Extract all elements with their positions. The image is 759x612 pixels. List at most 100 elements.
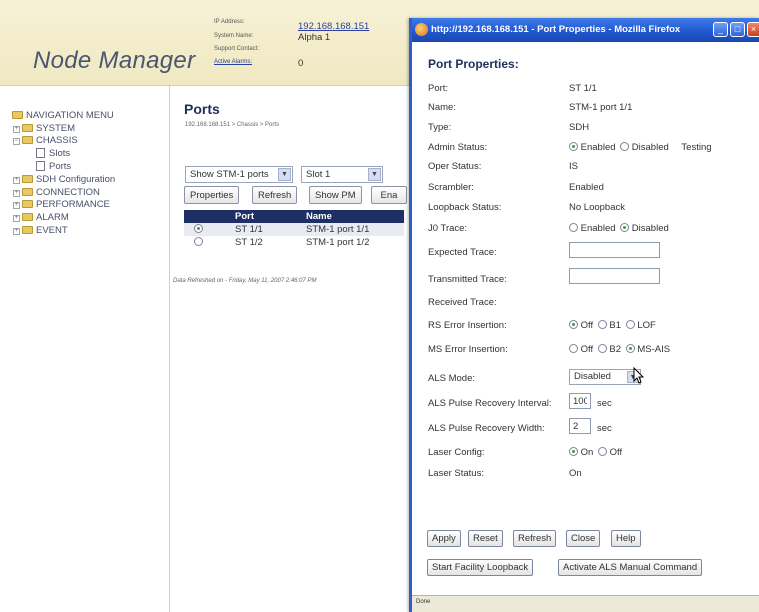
page-icon <box>36 161 45 171</box>
expand-icon[interactable]: + <box>13 177 20 184</box>
transmitted-trace-input[interactable] <box>569 268 660 284</box>
loopback-status-label: Loopback Status: <box>428 202 502 213</box>
maximize-icon[interactable]: □ <box>730 22 745 37</box>
j0-enabled-radio[interactable] <box>569 223 578 232</box>
port-value: ST 1/1 <box>569 83 597 94</box>
sidebar-item-label: CONNECTION <box>36 187 100 198</box>
sidebar-item-event[interactable]: + EVENT <box>13 225 68 236</box>
collapse-icon[interactable]: − <box>13 138 20 145</box>
show-pm-button[interactable]: Show PM <box>309 186 362 204</box>
rs-lof-radio[interactable] <box>625 320 635 329</box>
folder-icon <box>22 200 33 208</box>
als-interval-input[interactable] <box>569 393 591 409</box>
sidebar-item-label: EVENT <box>36 225 68 236</box>
laser-config-options: On Off <box>569 447 624 458</box>
als-interval-unit: sec <box>597 398 612 409</box>
expand-icon[interactable]: + <box>13 202 20 209</box>
laser-on-label: On <box>580 447 594 458</box>
ms-b2-radio[interactable] <box>597 344 607 353</box>
sidebar-item-ports[interactable]: Ports <box>36 161 71 172</box>
apply-button[interactable]: Apply <box>427 530 461 547</box>
ms-error-options: Off B2 MS-AIS <box>569 344 672 355</box>
port-type-select[interactable]: Show STM-1 ports ▼ <box>185 166 293 183</box>
chevron-down-icon[interactable]: ▼ <box>278 168 291 181</box>
ip-address-link[interactable]: 192.168.168.151 <box>298 21 369 32</box>
expected-trace-label: Expected Trace: <box>428 247 497 258</box>
expected-trace-input[interactable] <box>569 242 660 258</box>
page-icon <box>36 148 45 158</box>
window-titlebar[interactable]: http://192.168.168.151 - Port Properties… <box>412 18 759 42</box>
system-name-label: System Name: <box>214 33 254 39</box>
als-pulse-recovery-interval-label: ALS Pulse Recovery Interval: <box>428 398 552 409</box>
folder-icon <box>12 111 23 119</box>
sidebar-item-performance[interactable]: + PERFORMANCE <box>13 199 110 210</box>
table-row[interactable]: ST 1/2 STM-1 port 1/2 <box>184 236 404 249</box>
als-width-input[interactable] <box>569 418 591 434</box>
refresh-button[interactable]: Refresh <box>513 530 557 547</box>
expand-icon[interactable]: + <box>13 228 20 235</box>
help-button[interactable]: Help <box>611 530 641 547</box>
chevron-down-icon[interactable]: ▼ <box>368 168 381 181</box>
enable-button[interactable]: Ena <box>371 186 407 204</box>
system-name-value: Alpha 1 <box>298 32 331 43</box>
close-icon[interactable]: × <box>747 22 759 37</box>
laser-on-radio[interactable] <box>569 447 578 456</box>
admin-enabled-radio[interactable] <box>569 142 578 151</box>
sidebar-item-chassis[interactable]: − CHASSIS <box>13 135 78 146</box>
minimize-icon[interactable]: _ <box>713 22 728 37</box>
active-alarms-label[interactable]: Active Alarms: <box>214 59 252 65</box>
expand-icon[interactable]: + <box>13 126 20 133</box>
rs-off-radio[interactable] <box>569 320 578 329</box>
sidebar-item-label: Ports <box>49 161 72 172</box>
status-text: Done <box>416 599 431 605</box>
start-facility-loopback-button[interactable]: Start Facility Loopback <box>427 559 534 576</box>
rs-b1-radio[interactable] <box>597 320 607 329</box>
ms-off-radio[interactable] <box>569 344 578 353</box>
sidebar-item-slots[interactable]: Slots <box>36 148 70 159</box>
activate-als-manual-command-button[interactable]: Activate ALS Manual Command <box>558 559 703 576</box>
ms-ais-label: MS-AIS <box>637 344 671 355</box>
als-mode-select-value: Disabled <box>574 371 611 382</box>
expand-icon[interactable]: + <box>13 215 20 222</box>
support-contact-label: Support Contact: <box>214 46 260 52</box>
sidebar-item-sdh-configuration[interactable]: + SDH Configuration <box>13 174 115 185</box>
ms-b2-label: B2 <box>609 344 622 355</box>
j0-trace-label: J0 Trace: <box>428 223 468 234</box>
scrambler-label: Scrambler: <box>428 182 474 193</box>
refresh-button[interactable]: Refresh <box>252 186 298 204</box>
scrambler-value: Enabled <box>569 182 604 193</box>
sidebar-item-system[interactable]: + SYSTEM <box>13 123 75 134</box>
slot-select[interactable]: Slot 1 ▼ <box>301 166 383 183</box>
type-label: Type: <box>428 122 452 133</box>
firefox-icon <box>415 23 428 36</box>
table-row[interactable]: ST 1/1 STM-1 port 1/1 <box>184 223 404 236</box>
close-button[interactable]: Close <box>566 530 601 547</box>
admin-status-options: Enabled Disabled Testing <box>569 142 714 153</box>
column-header-port: Port <box>235 211 254 222</box>
j0-disabled-radio[interactable] <box>620 223 630 232</box>
reset-button[interactable]: Reset <box>468 530 503 547</box>
name-cell: STM-1 port 1/2 <box>306 237 370 248</box>
laser-config-label: Laser Config: <box>428 447 485 458</box>
row-select-radio[interactable] <box>194 237 203 246</box>
expand-icon[interactable]: + <box>13 190 20 197</box>
name-cell: STM-1 port 1/1 <box>306 224 370 235</box>
folder-icon <box>22 188 33 196</box>
admin-testing-label: Testing <box>681 142 712 153</box>
admin-disabled-radio[interactable] <box>620 142 630 151</box>
sidebar-item-label: CHASSIS <box>36 135 78 146</box>
name-value: STM-1 port 1/1 <box>569 102 633 113</box>
row-select-radio[interactable] <box>194 224 203 233</box>
sidebar-item-connection[interactable]: + CONNECTION <box>13 187 100 198</box>
properties-button[interactable]: Properties <box>184 186 240 204</box>
laser-off-radio[interactable] <box>597 447 607 456</box>
status-bar: Done <box>412 595 759 612</box>
folder-icon <box>22 213 33 221</box>
type-value: SDH <box>569 122 590 133</box>
ms-ais-radio[interactable] <box>625 344 635 353</box>
sidebar-item-alarm[interactable]: + ALARM <box>13 212 69 223</box>
als-mode-select[interactable]: Disabled ▼ <box>569 369 641 385</box>
rs-lof-label: LOF <box>637 320 656 331</box>
rs-error-insertion-label: RS Error Insertion: <box>428 320 507 331</box>
data-refreshed-timestamp: Data Refreshed on - Friday, May 11, 2007… <box>173 278 317 284</box>
